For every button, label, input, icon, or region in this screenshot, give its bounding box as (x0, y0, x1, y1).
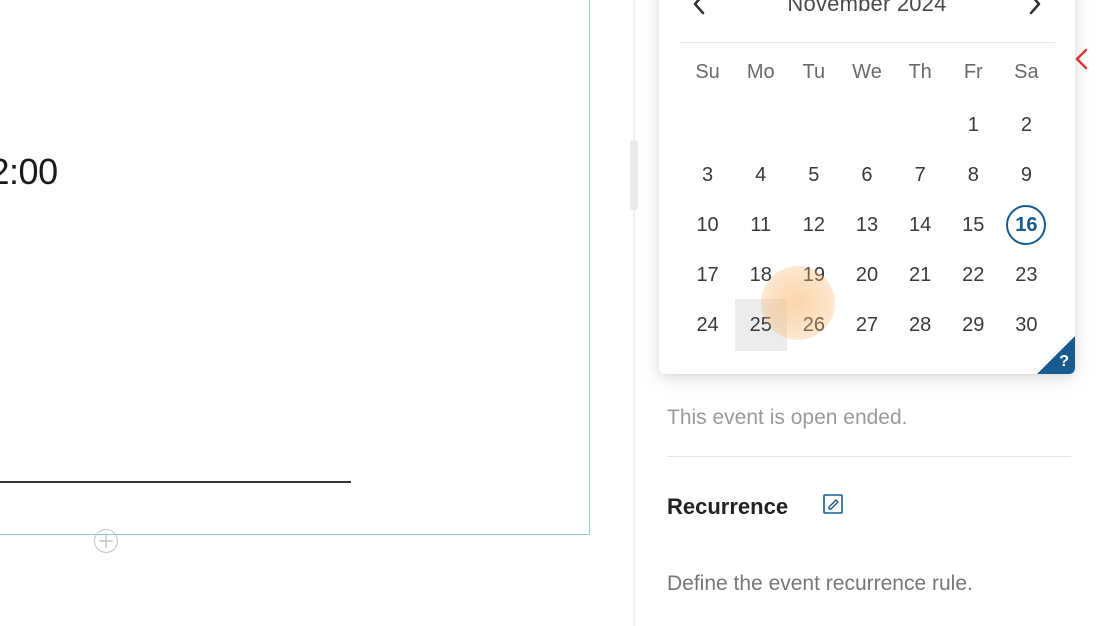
day-number: 29 (962, 314, 984, 337)
dow-label: Th (894, 53, 947, 100)
day-number: 6 (861, 164, 872, 187)
event-time-text: t 12:00 (0, 151, 58, 193)
section-divider (667, 456, 1071, 457)
day-number: 20 (856, 264, 878, 287)
day-cell[interactable]: 17 (681, 250, 734, 300)
day-number: 19 (803, 264, 825, 287)
text-underline (0, 481, 351, 483)
day-number: 12 (803, 214, 825, 237)
day-number: 23 (1015, 264, 1037, 287)
day-number: 5 (808, 164, 819, 187)
day-number: 8 (968, 164, 979, 187)
recurrence-description: Define the event recurrence rule. (667, 572, 1079, 596)
day-number: 22 (962, 264, 984, 287)
day-empty (787, 100, 840, 150)
day-number: 15 (962, 214, 984, 237)
day-cell[interactable]: 6 (840, 150, 893, 200)
day-number: 18 (750, 264, 772, 287)
day-number: 9 (1021, 164, 1032, 187)
day-empty (681, 100, 734, 150)
chevron-left-icon (692, 0, 706, 15)
day-number: 26 (803, 314, 825, 337)
day-cell[interactable]: 8 (947, 150, 1000, 200)
day-empty (734, 100, 787, 150)
day-number: 11 (750, 214, 771, 237)
day-number: 17 (696, 264, 718, 287)
day-number: 16 (1006, 205, 1046, 245)
day-number: 3 (702, 164, 713, 187)
day-cell[interactable]: 7 (894, 150, 947, 200)
day-cell[interactable]: 3 (681, 150, 734, 200)
resize-handle[interactable] (630, 140, 638, 210)
day-cell[interactable]: 11 (734, 200, 787, 250)
day-cell[interactable]: 22 (947, 250, 1000, 300)
day-number: 27 (856, 314, 878, 337)
day-cell[interactable]: 23 (1000, 250, 1053, 300)
day-cell[interactable]: 12 (787, 200, 840, 250)
date-picker-separator (679, 42, 1055, 43)
day-cell[interactable]: 1 (947, 100, 1000, 150)
day-cell[interactable]: 21 (894, 250, 947, 300)
prev-month-button[interactable] (685, 0, 713, 18)
day-number: 14 (909, 214, 931, 237)
pencil-square-icon (822, 493, 844, 515)
day-number: 2 (1021, 114, 1032, 137)
day-cell[interactable]: 13 (840, 200, 893, 250)
content-editor-panel: t 12:00 (0, 0, 590, 535)
day-number: 25 (735, 299, 787, 351)
recurrence-label: Recurrence (667, 494, 788, 520)
day-cell[interactable]: 4 (734, 150, 787, 200)
day-cell[interactable]: 28 (894, 300, 947, 350)
day-cell[interactable]: 20 (840, 250, 893, 300)
day-empty (840, 100, 893, 150)
day-cell[interactable]: 10 (681, 200, 734, 250)
chevron-right-icon (1028, 0, 1042, 15)
day-number: 7 (915, 164, 926, 187)
day-cell[interactable]: 18 (734, 250, 787, 300)
day-empty (894, 100, 947, 150)
day-number: 4 (755, 164, 766, 187)
day-cell[interactable]: 26 (787, 300, 840, 350)
dow-label: Mo (734, 53, 787, 100)
month-year-label: November 2024 (787, 0, 946, 17)
day-cell[interactable]: 9 (1000, 150, 1053, 200)
day-number: 1 (968, 114, 979, 137)
help-corner[interactable] (1037, 336, 1075, 374)
day-number: 30 (1015, 314, 1037, 337)
dow-label: Fr (947, 53, 1000, 100)
event-settings-sidebar: November 2024 SuMoTuWeThFrSa123456789101… (659, 0, 1079, 596)
help-icon: ? (1059, 353, 1069, 371)
day-cell[interactable]: 24 (681, 300, 734, 350)
day-cell[interactable]: 16 (1000, 200, 1053, 250)
date-picker-header: November 2024 (681, 0, 1053, 28)
next-month-button[interactable] (1021, 0, 1049, 18)
dow-label: We (840, 53, 893, 100)
day-number: 21 (909, 264, 931, 287)
panel-divider (633, 0, 635, 626)
date-picker-grid: SuMoTuWeThFrSa12345678910111213141516171… (681, 53, 1053, 350)
day-number: 13 (856, 214, 878, 237)
day-cell[interactable]: 27 (840, 300, 893, 350)
recurrence-header: Recurrence (667, 493, 1079, 520)
day-cell[interactable]: 19 (787, 250, 840, 300)
day-cell[interactable]: 5 (787, 150, 840, 200)
day-cell[interactable]: 29 (947, 300, 1000, 350)
dow-label: Sa (1000, 53, 1053, 100)
dow-label: Tu (787, 53, 840, 100)
plus-icon (99, 534, 113, 548)
day-cell[interactable]: 2 (1000, 100, 1053, 150)
edit-recurrence-button[interactable] (822, 493, 844, 520)
open-ended-text: This event is open ended. (667, 406, 1079, 430)
day-cell[interactable]: 14 (894, 200, 947, 250)
day-number: 24 (696, 314, 718, 337)
date-picker: November 2024 SuMoTuWeThFrSa123456789101… (659, 0, 1075, 374)
day-cell[interactable]: 25 (734, 300, 787, 350)
add-block-button[interactable] (94, 529, 118, 553)
day-number: 28 (909, 314, 931, 337)
dow-label: Su (681, 53, 734, 100)
day-cell[interactable]: 15 (947, 200, 1000, 250)
day-number: 10 (696, 214, 718, 237)
